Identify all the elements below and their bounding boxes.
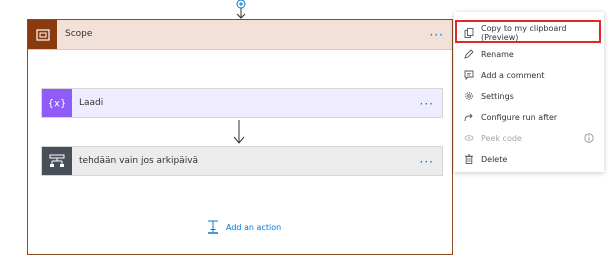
condition-icon [42, 147, 72, 175]
action-card-condition[interactable]: tehdään vain jos arkipäivä ··· [41, 146, 443, 176]
scope-icon [28, 20, 57, 49]
menu-item-label: Settings [481, 91, 514, 101]
scope-header[interactable]: Scope ··· [28, 20, 452, 50]
highlight-box [455, 20, 601, 43]
pencil-icon [464, 49, 474, 59]
menu-item-settings[interactable]: Settings [454, 87, 604, 105]
action-more-options-button[interactable]: ··· [420, 156, 434, 168]
menu-item-label: Rename [481, 49, 514, 59]
menu-item-label: Peek code [481, 133, 522, 143]
menu-item-add-comment[interactable]: Add a comment [454, 66, 604, 84]
peek-code-icon [464, 133, 474, 143]
gear-icon [464, 91, 474, 101]
action-card-laadi[interactable]: {x} Laadi ··· [41, 88, 443, 118]
scope-card: Scope ··· {x} Laadi ··· t [27, 19, 453, 255]
variable-icon: {x} [42, 89, 72, 117]
action-label: Laadi [79, 98, 104, 108]
add-action-button[interactable]: Add an action [206, 220, 281, 234]
menu-item-delete[interactable]: Delete [454, 150, 604, 168]
add-action-icon [208, 220, 218, 234]
scope-title: Scope [65, 29, 93, 39]
scope-more-options-button[interactable]: ··· [430, 29, 444, 41]
action-more-options-button[interactable]: ··· [420, 98, 434, 110]
insert-step-icon[interactable] [234, 0, 248, 20]
menu-item-configure-run-after[interactable]: Configure run after [454, 108, 604, 126]
arrow-down-icon [233, 120, 245, 144]
menu-item-label: Configure run after [481, 112, 558, 122]
menu-item-rename[interactable]: Rename [454, 45, 604, 63]
menu-item-peek-code: Peek code [454, 129, 604, 147]
info-icon[interactable] [584, 133, 594, 145]
add-action-label: Add an action [226, 222, 282, 232]
menu-item-label: Delete [481, 154, 508, 164]
run-after-icon [464, 112, 474, 122]
trash-icon [464, 154, 474, 164]
svg-text:{x}: {x} [49, 99, 65, 110]
action-label: tehdään vain jos arkipäivä [79, 156, 199, 166]
menu-item-label: Add a comment [481, 70, 545, 80]
comment-icon [464, 70, 474, 80]
